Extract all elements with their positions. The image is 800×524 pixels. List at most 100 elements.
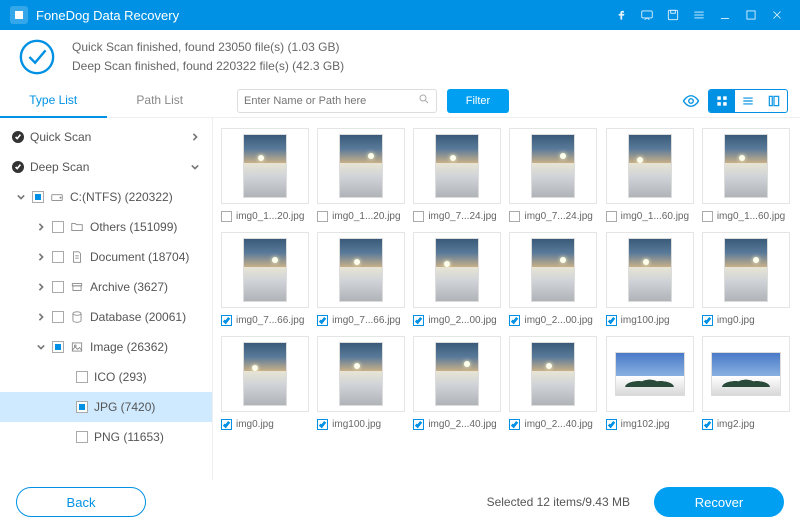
checkbox[interactable] xyxy=(52,311,64,323)
checkbox[interactable] xyxy=(52,221,64,233)
image-preview xyxy=(628,238,672,302)
close-icon[interactable] xyxy=(764,0,790,30)
file-checkbox[interactable] xyxy=(702,419,713,430)
facebook-icon[interactable] xyxy=(608,0,634,30)
checkbox[interactable] xyxy=(52,251,64,263)
checkbox[interactable] xyxy=(76,431,88,443)
file-checkbox[interactable] xyxy=(221,315,232,326)
search-input[interactable] xyxy=(244,95,418,107)
thumbnail[interactable] xyxy=(509,128,597,204)
thumbnail-cell[interactable]: img0_2...00.jpg xyxy=(509,232,597,330)
thumbnail-cell[interactable]: img0_2...40.jpg xyxy=(413,336,501,434)
checkbox[interactable] xyxy=(76,371,88,383)
thumbnail[interactable] xyxy=(509,232,597,308)
sidebar-quickscan[interactable]: Quick Scan xyxy=(0,122,212,152)
sidebar-deepscan[interactable]: Deep Scan xyxy=(0,152,212,182)
tab-type-list[interactable]: Type List xyxy=(0,84,107,118)
thumbnail[interactable] xyxy=(606,128,694,204)
thumbnail-cell[interactable]: img102.jpg xyxy=(606,336,694,434)
thumbnail[interactable] xyxy=(702,128,790,204)
file-checkbox[interactable] xyxy=(317,211,328,222)
thumbnail[interactable] xyxy=(317,232,405,308)
toolbar: Type List Path List Filter xyxy=(0,84,800,118)
file-checkbox[interactable] xyxy=(413,315,424,326)
checkbox[interactable] xyxy=(52,281,64,293)
sidebar-others[interactable]: Others (151099) xyxy=(0,212,212,242)
file-checkbox[interactable] xyxy=(606,211,617,222)
file-checkbox[interactable] xyxy=(702,211,713,222)
sidebar-drive[interactable]: C:(NTFS) (220322) xyxy=(0,182,212,212)
thumbnail-cell[interactable]: img0_1...20.jpg xyxy=(221,128,309,226)
file-checkbox[interactable] xyxy=(413,419,424,430)
image-preview xyxy=(531,342,575,406)
thumbnail-cell[interactable]: img0_7...66.jpg xyxy=(221,232,309,330)
sidebar-label: ICO (293) xyxy=(94,370,147,384)
thumbnail[interactable] xyxy=(317,336,405,412)
view-detail-icon[interactable] xyxy=(761,90,787,112)
thumbnail[interactable] xyxy=(413,336,501,412)
file-name: img102.jpg xyxy=(621,419,670,430)
sidebar-document[interactable]: Document (18704) xyxy=(0,242,212,272)
thumbnail[interactable] xyxy=(413,232,501,308)
menu-icon[interactable] xyxy=(686,0,712,30)
search-icon[interactable] xyxy=(418,93,430,108)
thumbnail-cell[interactable]: img0_7...66.jpg xyxy=(317,232,405,330)
thumbnail-cell[interactable]: img0_7...24.jpg xyxy=(509,128,597,226)
sidebar-archive[interactable]: Archive (3627) xyxy=(0,272,212,302)
checkbox[interactable] xyxy=(32,191,44,203)
file-checkbox[interactable] xyxy=(509,211,520,222)
sidebar-png[interactable]: PNG (11653) xyxy=(0,422,212,452)
file-checkbox[interactable] xyxy=(509,419,520,430)
file-checkbox[interactable] xyxy=(702,315,713,326)
filter-button[interactable]: Filter xyxy=(447,89,509,113)
thumbnail-cell[interactable]: img0_7...24.jpg xyxy=(413,128,501,226)
thumbnail[interactable] xyxy=(413,128,501,204)
back-button[interactable]: Back xyxy=(16,487,146,517)
thumbnail[interactable] xyxy=(702,336,790,412)
recover-button[interactable]: Recover xyxy=(654,487,784,517)
thumbnail[interactable] xyxy=(317,128,405,204)
thumbnail[interactable] xyxy=(221,336,309,412)
thumbnail-cell[interactable]: img0_1...60.jpg xyxy=(702,128,790,226)
file-name: img0_2...00.jpg xyxy=(428,315,496,326)
view-list-icon[interactable] xyxy=(735,90,761,112)
thumbnail[interactable] xyxy=(221,128,309,204)
search-box[interactable] xyxy=(237,89,437,113)
file-checkbox[interactable] xyxy=(413,211,424,222)
minimize-icon[interactable] xyxy=(712,0,738,30)
thumbnail[interactable] xyxy=(509,336,597,412)
file-checkbox[interactable] xyxy=(606,315,617,326)
sidebar-ico[interactable]: ICO (293) xyxy=(0,362,212,392)
thumbnail-cell[interactable]: img0_2...40.jpg xyxy=(509,336,597,434)
checkbox[interactable] xyxy=(76,401,88,413)
file-checkbox[interactable] xyxy=(221,419,232,430)
feedback-icon[interactable] xyxy=(634,0,660,30)
thumbnail[interactable] xyxy=(221,232,309,308)
preview-toggle-icon[interactable] xyxy=(678,89,704,113)
tab-path-list[interactable]: Path List xyxy=(107,84,214,118)
thumbnail-cell[interactable]: img0_1...60.jpg xyxy=(606,128,694,226)
thumbnail-cell[interactable]: img100.jpg xyxy=(606,232,694,330)
sidebar-jpg[interactable]: JPG (7420) xyxy=(0,392,212,422)
view-grid-icon[interactable] xyxy=(709,90,735,112)
thumbnail[interactable] xyxy=(702,232,790,308)
save-icon[interactable] xyxy=(660,0,686,30)
thumbnail-cell[interactable]: img0_2...00.jpg xyxy=(413,232,501,330)
file-checkbox[interactable] xyxy=(509,315,520,326)
sidebar-database[interactable]: Database (20061) xyxy=(0,302,212,332)
sidebar-image[interactable]: Image (26362) xyxy=(0,332,212,362)
thumbnail-cell[interactable]: img0_1...20.jpg xyxy=(317,128,405,226)
thumbnail[interactable] xyxy=(606,232,694,308)
maximize-icon[interactable] xyxy=(738,0,764,30)
file-checkbox[interactable] xyxy=(606,419,617,430)
sidebar-label: JPG (7420) xyxy=(94,400,155,414)
thumbnail[interactable] xyxy=(606,336,694,412)
checkbox[interactable] xyxy=(52,341,64,353)
file-checkbox[interactable] xyxy=(317,419,328,430)
file-checkbox[interactable] xyxy=(221,211,232,222)
thumbnail-cell[interactable]: img100.jpg xyxy=(317,336,405,434)
thumbnail-cell[interactable]: img2.jpg xyxy=(702,336,790,434)
thumbnail-cell[interactable]: img0.jpg xyxy=(702,232,790,330)
file-checkbox[interactable] xyxy=(317,315,328,326)
thumbnail-cell[interactable]: img0.jpg xyxy=(221,336,309,434)
